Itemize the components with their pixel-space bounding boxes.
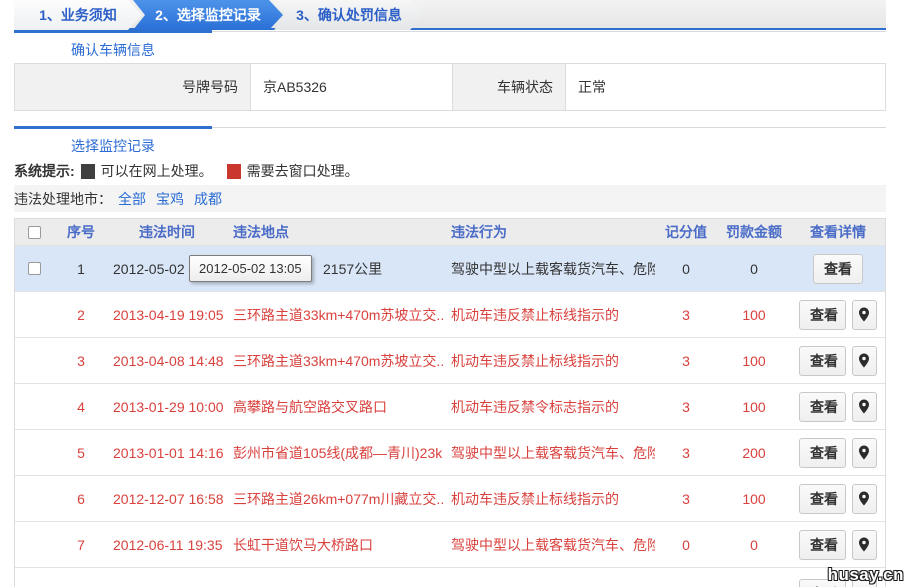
location-pin-button[interactable] <box>852 392 877 422</box>
header-behavior: 违法行为 <box>443 220 655 244</box>
table-row[interactable]: 2 2013-04-19 19:05 三环路主道33km+470m苏坡立交...… <box>15 292 885 338</box>
location-pin-icon <box>858 445 870 460</box>
step-navigation: 1、业务须知 2、选择监控记录 3、确认处罚信息 <box>14 0 886 30</box>
tab-select-records[interactable]: 选择监控记录 <box>14 126 212 162</box>
header-fine: 罚款金额 <box>717 220 791 244</box>
table-header-row: 序号 违法时间 违法地点 违法行为 记分值 罚款金额 查看详情 <box>15 219 885 246</box>
header-time: 违法时间 <box>109 220 225 244</box>
plate-number-label: 号牌号码 <box>15 64 251 110</box>
vehicle-info-table: 号牌号码 京AB5326 车辆状态 正常 <box>14 63 886 111</box>
step-1-business-notice[interactable]: 1、业务须知 <box>14 0 142 30</box>
vehicle-status-value: 正常 <box>566 64 885 110</box>
watermark: husay.cn <box>828 565 904 585</box>
select-all-checkbox[interactable] <box>28 226 41 239</box>
city-filter-label: 违法处理地市： <box>14 189 112 209</box>
location-pin-icon <box>858 537 870 552</box>
location-pin-button[interactable] <box>852 438 877 468</box>
legend-online-square-icon <box>81 164 95 179</box>
view-button[interactable]: 查看 <box>799 300 846 330</box>
location-pin-icon <box>858 353 870 368</box>
view-button[interactable]: 查看 <box>799 392 846 422</box>
location-pin-icon <box>858 307 870 322</box>
system-hint: 系统提示: 可以在网上处理。 需要去窗口处理。 <box>14 160 886 182</box>
city-filter-baoji[interactable]: 宝鸡 <box>156 189 184 209</box>
header-no: 序号 <box>53 220 109 244</box>
header-detail: 查看详情 <box>791 220 885 244</box>
city-filter-all[interactable]: 全部 <box>118 189 146 209</box>
table-row[interactable]: 5 2013-01-01 14:16 彭州市省道105线(成都—青川)23k..… <box>15 430 885 476</box>
legend-window-text: 需要去窗口处理。 <box>247 161 359 181</box>
location-pin-icon <box>858 491 870 506</box>
view-button[interactable]: 查看 <box>813 254 863 284</box>
location-pin-button[interactable] <box>852 530 877 560</box>
city-filter-chengdu[interactable]: 成都 <box>194 189 222 209</box>
legend-online-text: 可以在网上处理。 <box>101 161 213 181</box>
view-button[interactable]: 查看 <box>799 484 846 514</box>
table-row[interactable]: 7 2012-06-11 19:35 长虹干道饮马大桥路口 驾驶中型以上载客载货… <box>15 522 885 568</box>
view-button[interactable]: 查看 <box>799 530 846 560</box>
table-row[interactable]: 查看 <box>15 568 885 587</box>
location-pin-button[interactable] <box>852 300 877 330</box>
step-3-confirm-penalty[interactable]: 3、确认处罚信息 <box>274 0 424 30</box>
location-pin-icon <box>858 399 870 414</box>
vehicle-status-label: 车辆状态 <box>453 64 566 110</box>
location-pin-button[interactable] <box>852 484 877 514</box>
view-button[interactable]: 查看 <box>799 346 846 376</box>
row-checkbox[interactable] <box>28 262 41 275</box>
table-row[interactable]: 1 2012-05-02 13:05 2157公里 驾驶中型以上载客载货汽车、危… <box>15 246 885 292</box>
plate-number-value: 京AB5326 <box>251 64 453 110</box>
header-location: 违法地点 <box>225 220 443 244</box>
legend-window-square-icon <box>227 164 241 179</box>
step-2-select-records[interactable]: 2、选择监控记录 <box>133 0 283 30</box>
page: 1、业务须知 2、选择监控记录 3、确认处罚信息 确认车辆信息 号牌号码 京AB… <box>0 0 907 587</box>
table-row[interactable]: 3 2013-04-08 14:48 三环路主道33km+470m苏坡立交...… <box>15 338 885 384</box>
location-pin-button[interactable] <box>852 346 877 376</box>
violations-table: 序号 违法时间 违法地点 违法行为 记分值 罚款金额 查看详情 1 2012-0… <box>14 218 886 587</box>
records-tabrow: 选择监控记录 <box>14 127 886 162</box>
vehicle-info-tabrow: 确认车辆信息 <box>14 31 886 66</box>
table-row[interactable]: 6 2012-12-07 16:58 三环路主道26km+077m川藏立交...… <box>15 476 885 522</box>
city-filter-strip: 违法处理地市： 全部 宝鸡 成都 <box>14 185 886 212</box>
header-points: 记分值 <box>655 220 717 244</box>
time-tooltip: 2012-05-02 13:05 <box>189 255 312 282</box>
system-hint-prefix: 系统提示: <box>14 161 75 181</box>
tab-vehicle-info[interactable]: 确认车辆信息 <box>14 30 212 66</box>
table-row[interactable]: 4 2013-01-29 10:00 高攀路与航空路交叉路口 机动车违反禁令标志… <box>15 384 885 430</box>
view-button[interactable]: 查看 <box>799 438 846 468</box>
